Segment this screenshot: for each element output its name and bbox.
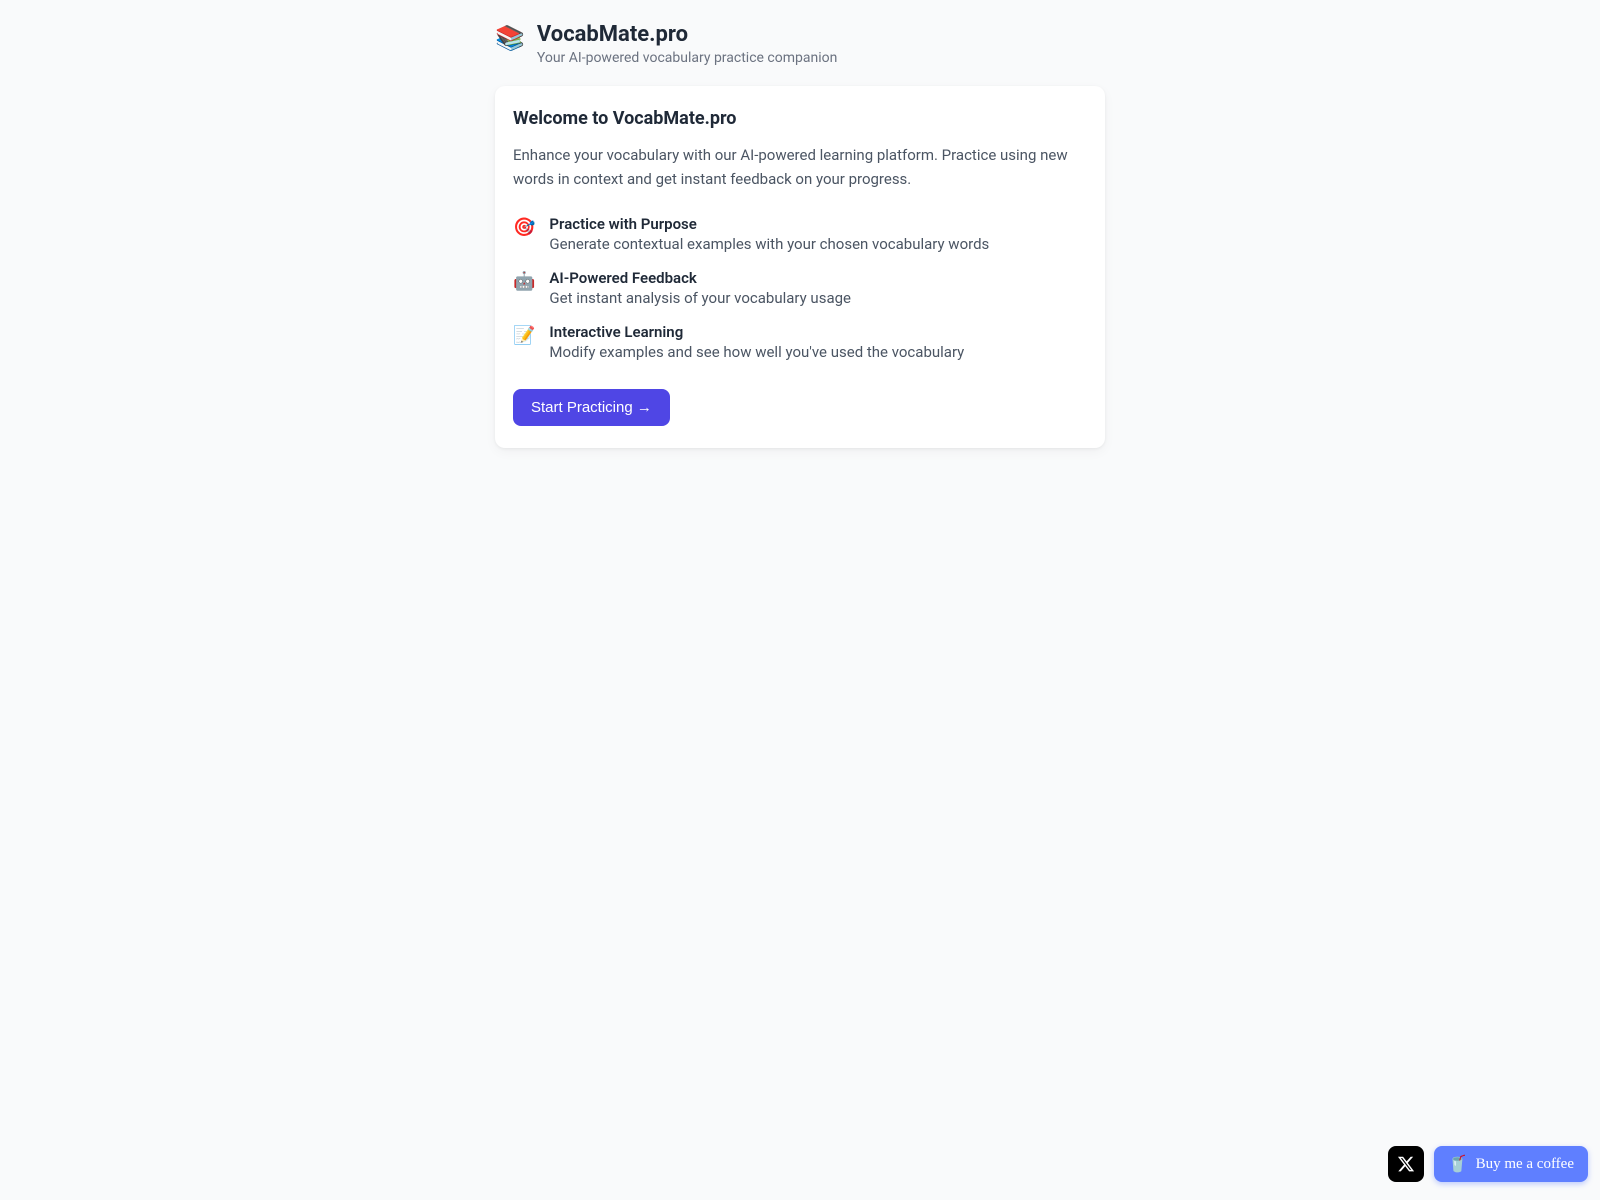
buy-coffee-button[interactable]: 🥤 Buy me a coffee bbox=[1434, 1146, 1588, 1182]
feature-title: Interactive Learning bbox=[549, 323, 964, 341]
feature-title: AI-Powered Feedback bbox=[549, 269, 851, 287]
welcome-description: Enhance your vocabulary with our AI-powe… bbox=[513, 143, 1087, 191]
app-title: VocabMate.pro bbox=[537, 22, 837, 48]
features-list: 🎯 Practice with Purpose Generate context… bbox=[513, 215, 1087, 361]
x-social-button[interactable] bbox=[1388, 1146, 1424, 1182]
feature-description: Get instant analysis of your vocabulary … bbox=[549, 289, 851, 307]
main-container: 📚 VocabMate.pro Your AI-powered vocabula… bbox=[495, 0, 1105, 470]
feature-item: 🎯 Practice with Purpose Generate context… bbox=[513, 215, 1087, 253]
header-text: VocabMate.pro Your AI-powered vocabulary… bbox=[537, 22, 837, 66]
feature-content: AI-Powered Feedback Get instant analysis… bbox=[549, 269, 851, 307]
floating-buttons: 🥤 Buy me a coffee bbox=[1388, 1146, 1588, 1182]
welcome-card: Welcome to VocabMate.pro Enhance your vo… bbox=[495, 86, 1105, 448]
robot-icon: 🤖 bbox=[513, 269, 535, 294]
memo-icon: 📝 bbox=[513, 323, 535, 348]
header: 📚 VocabMate.pro Your AI-powered vocabula… bbox=[495, 22, 1105, 66]
target-icon: 🎯 bbox=[513, 215, 535, 240]
feature-title: Practice with Purpose bbox=[549, 215, 989, 233]
app-subtitle: Your AI-powered vocabulary practice comp… bbox=[537, 50, 837, 66]
feature-item: 📝 Interactive Learning Modify examples a… bbox=[513, 323, 1087, 361]
x-icon bbox=[1397, 1155, 1415, 1173]
feature-content: Interactive Learning Modify examples and… bbox=[549, 323, 964, 361]
welcome-title: Welcome to VocabMate.pro bbox=[513, 108, 1087, 129]
feature-item: 🤖 AI-Powered Feedback Get instant analys… bbox=[513, 269, 1087, 307]
coffee-label: Buy me a coffee bbox=[1476, 1156, 1574, 1173]
feature-content: Practice with Purpose Generate contextua… bbox=[549, 215, 989, 253]
coffee-cup-icon: 🥤 bbox=[1448, 1154, 1468, 1174]
feature-description: Modify examples and see how well you've … bbox=[549, 343, 964, 361]
feature-description: Generate contextual examples with your c… bbox=[549, 235, 989, 253]
start-practicing-button[interactable]: Start Practicing → bbox=[513, 389, 670, 426]
logo-icon: 📚 bbox=[495, 26, 525, 50]
